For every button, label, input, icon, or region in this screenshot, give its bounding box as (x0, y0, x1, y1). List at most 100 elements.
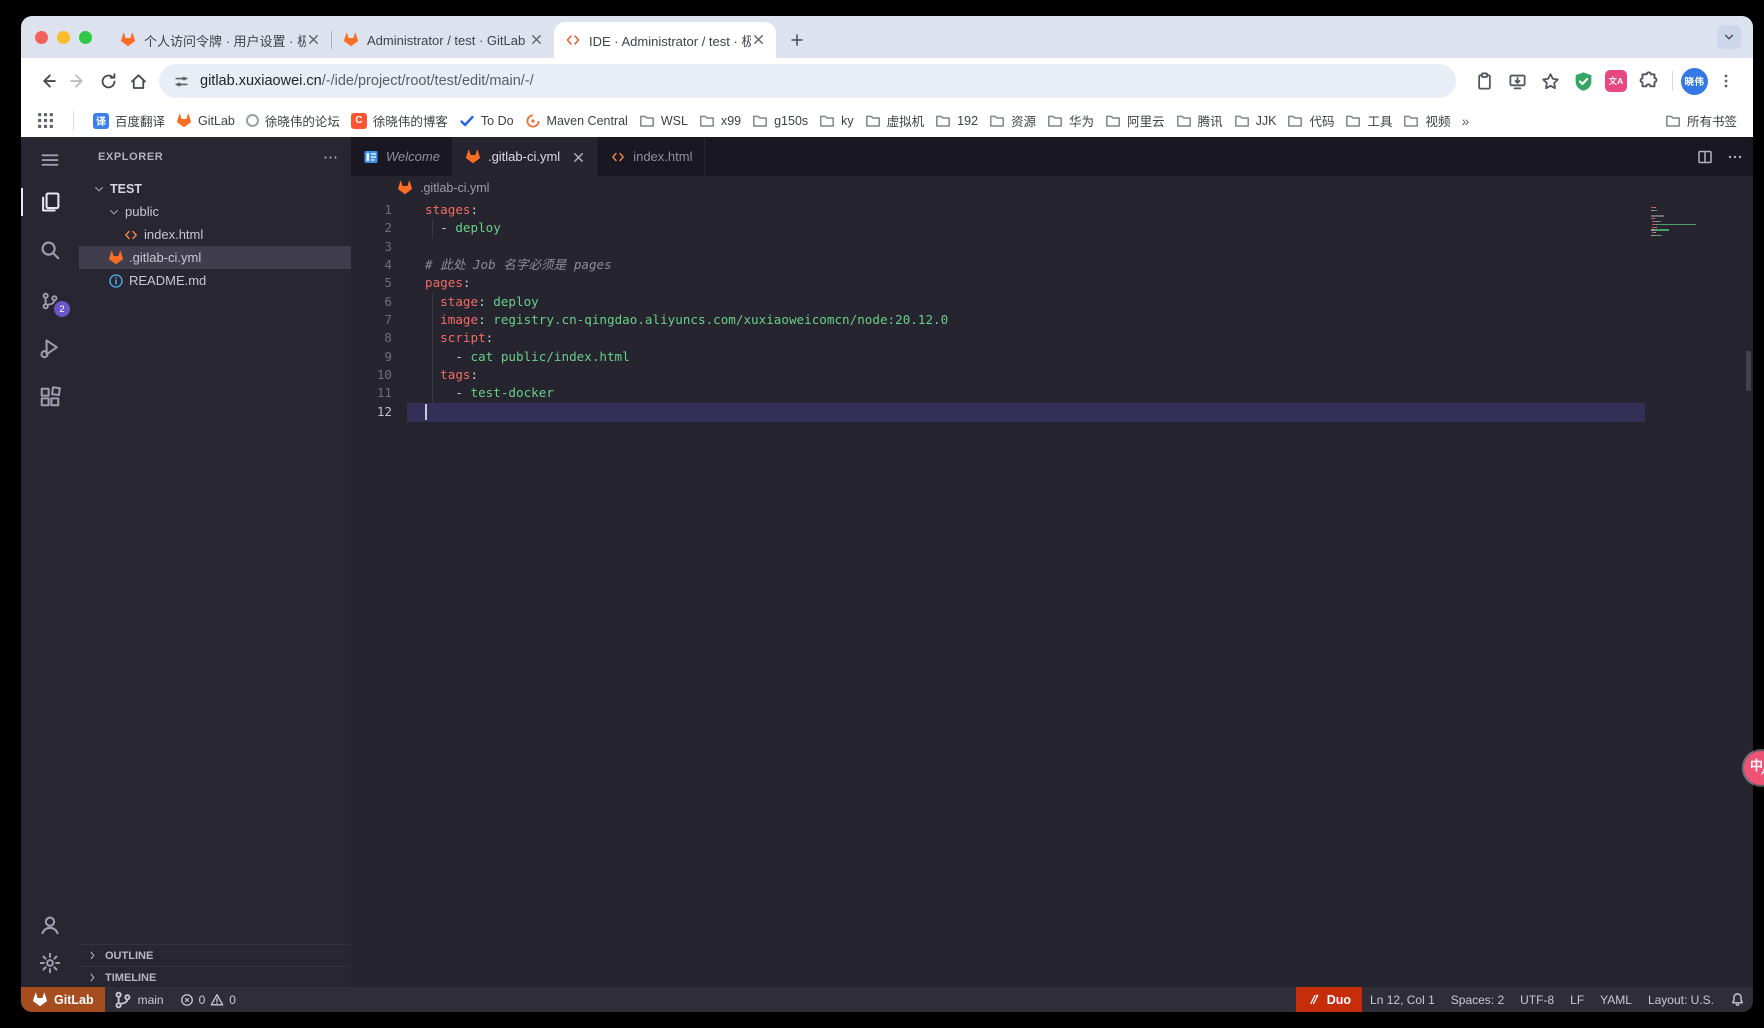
duo-button[interactable]: Duo (1296, 987, 1362, 1012)
bookmark-item[interactable]: To Do (459, 113, 514, 129)
problems-indicator[interactable]: 00 (172, 987, 244, 1012)
browser-window: 个人访问令牌 · 用户设置 · 极狐 Administrator / test … (21, 16, 1753, 1012)
bookmark-item[interactable]: 华为 (1047, 111, 1094, 130)
browser-tab[interactable]: IDE · Administrator / test · 极 (554, 22, 776, 58)
explorer-more-actions-icon[interactable]: ⋯ (323, 148, 339, 166)
bookmark-label: 徐晓伟的博客 (373, 111, 448, 130)
activity-menu[interactable] (21, 140, 79, 180)
bookmark-item[interactable]: 腾讯 (1176, 111, 1223, 130)
bookmark-item[interactable]: g150s (752, 113, 808, 129)
sidebar-section-timeline[interactable]: TIMELINE (79, 966, 351, 988)
editor-tab-.gitlab-ci.yml[interactable]: .gitlab-ci.yml (453, 137, 598, 176)
html-icon (610, 149, 626, 165)
bookmark-item[interactable]: 工具 (1345, 111, 1392, 130)
translate-extension-icon[interactable]: 文A (1601, 66, 1631, 96)
bookmark-label: JJK (1256, 114, 1277, 128)
eol[interactable]: LF (1562, 987, 1592, 1012)
tree-item-index.html[interactable]: index.html (79, 223, 351, 246)
editor-tab-label: Welcome (386, 149, 440, 164)
close-window-button[interactable] (35, 31, 48, 44)
profile-avatar[interactable]: 晓伟 (1681, 68, 1708, 95)
bookmark-item[interactable]: 徐晓伟的论坛 (246, 111, 340, 130)
branch-indicator[interactable]: main (105, 987, 172, 1012)
close-tab-icon[interactable] (306, 32, 322, 48)
activity-search[interactable] (21, 230, 79, 270)
bookmark-item[interactable]: 虚拟机 (865, 111, 925, 130)
bookmark-item[interactable]: C徐晓伟的博客 (351, 111, 448, 130)
breadcrumb[interactable]: .gitlab-ci.yml (351, 176, 1753, 199)
activity-run-debug[interactable] (21, 328, 79, 368)
back-button[interactable] (33, 66, 63, 96)
bookmark-item[interactable]: Maven Central (525, 113, 628, 129)
notifications-bell-icon[interactable] (1722, 987, 1753, 1012)
editor-tab-index.html[interactable]: index.html (598, 137, 705, 176)
indentation[interactable]: Spaces: 2 (1443, 987, 1512, 1012)
home-button[interactable] (123, 66, 153, 96)
new-tab-button[interactable] (784, 27, 810, 53)
clipboard-icon[interactable] (1469, 66, 1499, 96)
bookmark-item[interactable]: 译百度翻译 (93, 111, 165, 130)
keyboard-layout[interactable]: Layout: U.S. (1640, 987, 1722, 1012)
install-app-icon[interactable] (1502, 66, 1532, 96)
bookmark-label: 代码 (1309, 111, 1334, 130)
close-tab-icon[interactable] (529, 32, 545, 48)
tree-item-readme.md[interactable]: README.md (79, 269, 351, 292)
adblock-shield-icon[interactable] (1568, 66, 1598, 96)
bookmark-item[interactable]: 资源 (989, 111, 1036, 130)
bookmark-item[interactable]: ky (819, 113, 854, 129)
all-bookmarks[interactable]: 所有书签 (1665, 111, 1737, 130)
chevron-right-icon (87, 950, 99, 962)
editor-tab-welcome[interactable]: Welcome (351, 137, 453, 176)
bookmark-label: 虚拟机 (887, 111, 925, 130)
folder-icon (639, 113, 655, 129)
tree-item-test[interactable]: TEST (79, 177, 351, 200)
gitlab-icon (176, 113, 192, 129)
browser-tab[interactable]: 个人访问令牌 · 用户设置 · 极狐 (109, 22, 331, 58)
activity-settings[interactable] (21, 943, 79, 983)
tab-search-chevron-icon[interactable] (1717, 25, 1741, 49)
bookmarks-overflow-chevron[interactable]: » (1461, 113, 1469, 129)
browser-menu-kebab-icon[interactable] (1711, 66, 1741, 96)
bookmark-item[interactable]: 192 (935, 113, 978, 129)
bookmark-item[interactable]: x99 (699, 113, 741, 129)
close-tab-icon[interactable] (751, 32, 767, 48)
activity-account[interactable] (21, 905, 79, 945)
gitlab-favicon (120, 32, 136, 48)
line-numbers: 1 2 3 4 5 6 7 8 9 10 11 12 (351, 201, 405, 421)
forward-button[interactable] (63, 66, 93, 96)
bookmark-star-icon[interactable] (1535, 66, 1565, 96)
cursor-position[interactable]: Ln 12, Col 1 (1362, 987, 1443, 1012)
bookmark-item[interactable]: 视频 (1403, 111, 1450, 130)
code-editor[interactable]: 1 2 3 4 5 6 7 8 9 10 11 12stages: - depl… (351, 199, 1753, 987)
bookmark-label: 工具 (1367, 111, 1392, 130)
check-blue-icon (459, 113, 475, 129)
tree-item-.gitlab-ci.yml[interactable]: .gitlab-ci.yml (79, 246, 351, 269)
browser-tab[interactable]: Administrator / test · GitLab (332, 22, 554, 58)
encoding[interactable]: UTF-8 (1512, 987, 1562, 1012)
minimize-window-button[interactable] (57, 31, 70, 44)
tree-item-public[interactable]: public (79, 200, 351, 223)
apps-grid-icon[interactable] (37, 112, 54, 129)
bookmark-item[interactable]: 阿里云 (1105, 111, 1165, 130)
activity-explorer[interactable] (21, 182, 79, 222)
bookmark-item[interactable]: WSL (639, 113, 688, 129)
folder-icon (1287, 113, 1303, 129)
editor-more-actions-icon[interactable] (1727, 149, 1743, 165)
gitlab-menu-button[interactable]: GitLab (21, 987, 105, 1012)
site-info-icon[interactable] (173, 73, 190, 90)
zoom-window-button[interactable] (79, 31, 92, 44)
close-editor-tab-icon[interactable] (571, 150, 585, 164)
reload-button[interactable] (93, 66, 123, 96)
extensions-puzzle-icon[interactable] (1634, 66, 1664, 96)
activity-source-control[interactable]: 2 (21, 281, 79, 321)
minimap[interactable] (1651, 207, 1733, 241)
bookmark-item[interactable]: 代码 (1287, 111, 1334, 130)
split-editor-icon[interactable] (1697, 149, 1713, 165)
address-bar[interactable]: gitlab.xuxiaowei.cn/-/ide/project/root/t… (159, 64, 1456, 98)
scrollbar-slider[interactable] (1746, 351, 1751, 391)
sidebar-section-outline[interactable]: OUTLINE (79, 944, 351, 966)
bookmark-item[interactable]: JJK (1234, 113, 1277, 129)
language-mode[interactable]: YAML (1592, 987, 1640, 1012)
activity-extensions[interactable] (21, 377, 79, 417)
bookmark-item[interactable]: GitLab (176, 113, 235, 129)
